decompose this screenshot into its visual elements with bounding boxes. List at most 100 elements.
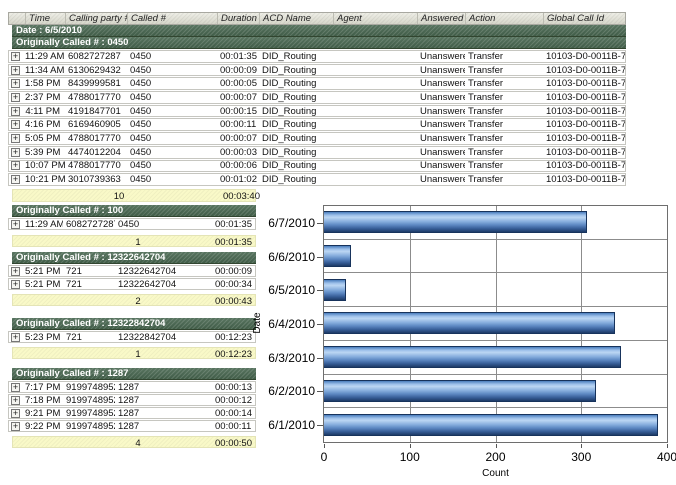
summary-total-duration: 00:00:43 <box>215 296 252 307</box>
expand-plus-icon[interactable]: + <box>11 148 20 157</box>
cell-action: Transfer <box>465 65 543 76</box>
expand-cell: + <box>9 409 25 418</box>
cell-acd: DID_Routing <box>259 106 333 117</box>
cell-time: 9:22 PM <box>25 421 63 432</box>
summary-row: 200:00:43 <box>12 294 256 306</box>
column-header-time: Time <box>25 13 65 24</box>
summary-row: 400:00:50 <box>12 436 256 448</box>
cell-answered: Unanswered <box>417 147 465 158</box>
call-detail-table: TimeCalling party #Called #DurationACD N… <box>8 12 626 202</box>
summary-total-duration: 00:01:35 <box>215 237 252 248</box>
call-row: +9:21 PM9199748952128700:00:14 <box>8 407 256 419</box>
expand-plus-icon[interactable]: + <box>11 280 20 289</box>
cell-time: 11:29 AM <box>25 219 63 230</box>
cell-called: 12322642704 <box>115 266 215 277</box>
cell-calling: 4474012204 <box>65 147 127 158</box>
column-header-answered: Answered <box>417 13 465 24</box>
expand-plus-icon[interactable]: + <box>11 396 20 405</box>
expand-cell: + <box>9 134 25 143</box>
x-axis-tick <box>667 444 668 448</box>
category-band <box>324 206 667 240</box>
expand-cell: + <box>9 280 25 289</box>
cell-duration: 00:01:35 <box>215 219 255 230</box>
expand-plus-icon[interactable]: + <box>11 422 20 431</box>
expand-plus-icon[interactable]: + <box>11 120 20 129</box>
call-row: +5:05 PM4788017770045000:00:07DID_Routin… <box>8 132 626 145</box>
x-axis-title: Count <box>323 468 668 479</box>
cell-acd: DID_Routing <box>259 78 333 89</box>
x-axis-tick-label: 0 <box>302 450 346 464</box>
cell-action: Transfer <box>465 119 543 130</box>
expand-plus-icon[interactable]: + <box>11 333 20 342</box>
category-band <box>324 307 667 341</box>
chart-bar <box>324 211 587 233</box>
expand-plus-icon[interactable]: + <box>11 52 20 61</box>
cell-called: 0450 <box>127 78 217 89</box>
cell-called: 0450 <box>127 92 217 103</box>
cell-answered: Unanswered <box>417 65 465 76</box>
cell-duration: 00:00:07 <box>217 92 259 103</box>
chart-bar <box>324 346 621 368</box>
cell-duration: 00:00:13 <box>215 382 255 393</box>
cell-time: 10:07 PM <box>25 160 65 171</box>
cell-time: 2:37 PM <box>25 92 65 103</box>
expand-cell: + <box>9 383 25 392</box>
category-band <box>324 341 667 375</box>
y-axis-tick-label: 6/1/2010 <box>252 418 315 432</box>
expand-plus-icon[interactable]: + <box>11 107 20 116</box>
cell-calling: 721 <box>63 266 115 277</box>
cell-time: 11:34 AM <box>25 65 65 76</box>
expand-cell: + <box>9 79 25 88</box>
cell-answered: Unanswered <box>417 133 465 144</box>
cell-action: Transfer <box>465 174 543 185</box>
expand-plus-icon[interactable]: + <box>11 79 20 88</box>
cell-duration: 00:01:35 <box>217 51 259 62</box>
cell-global_id: 10103-D0-0011B-770 <box>543 78 625 89</box>
cell-acd: DID_Routing <box>259 65 333 76</box>
summary-row: 100:12:23 <box>12 347 256 359</box>
expand-plus-icon[interactable]: + <box>11 220 20 229</box>
x-axis-tick <box>496 444 497 448</box>
cell-time: 1:58 PM <box>25 78 65 89</box>
cell-called: 1287 <box>115 408 215 419</box>
y-axis-tick <box>317 391 323 392</box>
cell-time: 4:11 PM <box>25 106 65 117</box>
expand-cell: + <box>9 175 25 184</box>
expand-cell: + <box>9 422 25 431</box>
cell-called: 1287 <box>115 395 215 406</box>
calls-per-day-chart: Date 6/7/20106/6/20106/5/20106/4/20106/3… <box>252 200 676 485</box>
cell-time: 5:23 PM <box>25 332 63 343</box>
expand-plus-icon[interactable]: + <box>11 66 20 75</box>
chart-bar <box>324 312 615 334</box>
expand-cell: + <box>9 93 25 102</box>
column-header-expand <box>9 13 25 24</box>
cell-time: 7:18 PM <box>25 395 63 406</box>
expand-plus-icon[interactable]: + <box>11 93 20 102</box>
expand-cell: + <box>9 66 25 75</box>
cell-calling: 6130629432 <box>65 65 127 76</box>
cell-duration: 00:00:05 <box>217 78 259 89</box>
cell-time: 5:21 PM <box>25 279 63 290</box>
expand-plus-icon[interactable]: + <box>11 175 20 184</box>
expand-plus-icon[interactable]: + <box>11 134 20 143</box>
cell-acd: DID_Routing <box>259 160 333 171</box>
cell-duration: 00:12:23 <box>215 332 255 343</box>
summary-call-count: 1 <box>113 237 163 248</box>
summary-call-count: 4 <box>113 438 163 449</box>
column-header-calling-party: Calling party # <box>65 13 127 24</box>
cell-acd: DID_Routing <box>259 147 333 158</box>
cell-duration: 00:01:02 <box>217 174 259 185</box>
cell-called: 0450 <box>127 133 217 144</box>
cell-duration: 00:00:15 <box>217 106 259 117</box>
expand-plus-icon[interactable]: + <box>11 409 20 418</box>
cell-duration: 00:00:06 <box>217 160 259 171</box>
cell-global_id: 10103-D0-0011B-772 <box>543 106 625 117</box>
y-axis-tick <box>317 324 323 325</box>
group-section: Originally Called # : 1287+7:17 PM919974… <box>8 368 256 448</box>
expand-cell: + <box>9 120 25 129</box>
expand-plus-icon[interactable]: + <box>11 383 20 392</box>
call-row: +5:21 PM7211232264270400:00:34 <box>8 278 256 290</box>
expand-plus-icon[interactable]: + <box>11 267 20 276</box>
expand-plus-icon[interactable]: + <box>11 161 20 170</box>
cell-calling: 4788017770 <box>65 160 127 171</box>
